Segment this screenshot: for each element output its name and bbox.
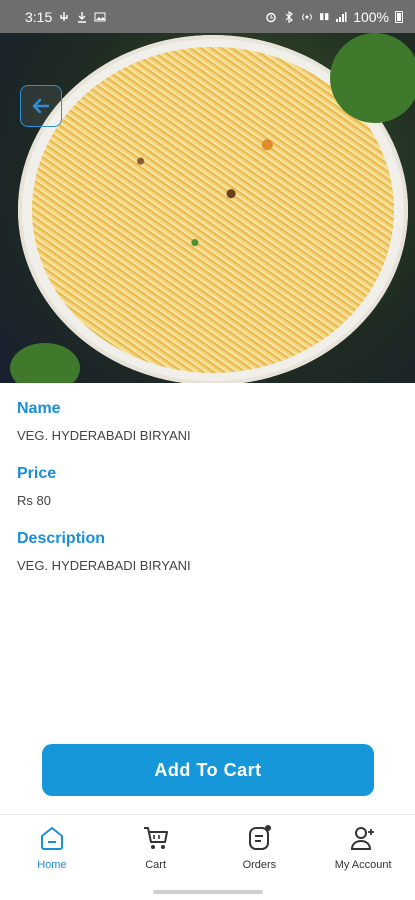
nav-item-home[interactable]: Home: [0, 815, 104, 885]
bluetooth-icon: [285, 10, 294, 23]
account-icon: [351, 827, 375, 850]
volte-icon: ▮▮: [319, 11, 330, 21]
back-button[interactable]: [20, 85, 62, 127]
herb-decoration: [10, 343, 80, 383]
product-details: Name VEG. HYDERABADI BIRYANI Price Rs 80…: [17, 400, 397, 595]
orders-icon: [249, 825, 272, 850]
signal-icon: [336, 11, 347, 22]
home-indicator[interactable]: [153, 890, 263, 894]
battery-icon: [395, 10, 403, 23]
nav-label-home: Home: [37, 859, 67, 871]
alarm-icon: [266, 12, 276, 22]
name-value: VEG. HYDERABADI BIRYANI: [17, 428, 191, 443]
image-icon: [94, 12, 106, 21]
description-value: VEG. HYDERABADI BIRYANI: [17, 558, 191, 573]
status-bar: 3:15 ▮▮ 100%: [0, 0, 415, 33]
arrow-left-icon: [32, 98, 50, 114]
status-time: 3:15: [25, 8, 53, 25]
status-left: 3:15: [25, 9, 106, 25]
add-to-cart-button[interactable]: Add To Cart: [42, 744, 374, 796]
home-icon: [40, 827, 63, 850]
product-image: [0, 33, 415, 383]
nav-label-orders: Orders: [242, 859, 277, 871]
status-right: ▮▮ 100%: [265, 9, 403, 25]
nav-label-my-account: My Account: [334, 859, 392, 871]
bottom-nav: Home Cart Orders My Account: [0, 814, 415, 885]
hotspot-icon: [302, 13, 313, 20]
cart-icon: [143, 827, 168, 849]
usb-icon: [60, 11, 68, 21]
name-label: Name: [17, 400, 61, 417]
nav-item-orders[interactable]: Orders: [208, 815, 312, 885]
battery-percent: 100%: [353, 8, 389, 25]
nav-item-cart[interactable]: Cart: [104, 815, 208, 885]
nav-label-cart: Cart: [145, 859, 167, 871]
download-icon: [78, 11, 87, 23]
nav-item-my-account[interactable]: My Account: [311, 815, 415, 885]
price-value: Rs 80: [17, 493, 51, 508]
price-label: Price: [17, 465, 57, 482]
herb-decoration: [330, 33, 415, 123]
description-label: Description: [17, 530, 106, 547]
